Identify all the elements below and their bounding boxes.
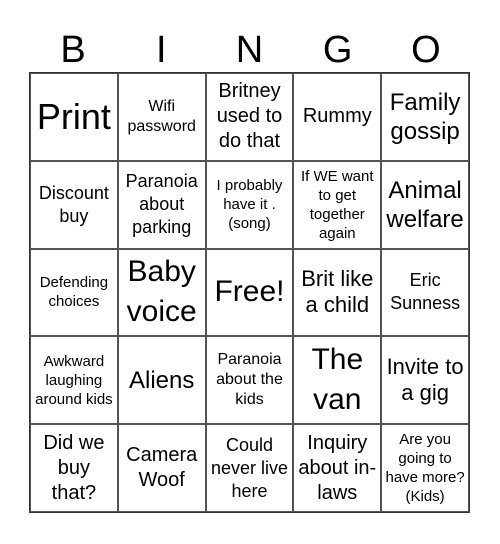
cell-text: Paranoia about parking: [125, 171, 198, 238]
bingo-cell[interactable]: Paranoia about the kids: [205, 336, 294, 425]
cell-text: Discount buy: [38, 182, 109, 226]
cell-text: Aliens: [129, 366, 195, 394]
cell-text: The van: [311, 343, 364, 417]
cell-text: Free!: [214, 275, 285, 309]
bingo-grid: Print Wifi password Britney used to do t…: [29, 72, 470, 513]
bingo-cell[interactable]: I probably have it . (song): [205, 160, 294, 249]
bingo-cell[interactable]: Paranoia about parking: [117, 160, 206, 249]
cell-text: Eric Sunness: [390, 270, 461, 314]
cell-text: Awkward laughing around kids: [35, 352, 113, 408]
cell-text: Inquiry about in-laws: [298, 431, 377, 504]
bingo-cell[interactable]: Camera Woof: [117, 424, 206, 512]
cell-text: I probably have it . (song): [216, 177, 283, 233]
bingo-cell[interactable]: Wifi password: [117, 73, 206, 161]
bingo-cell[interactable]: Did we buy that?: [30, 424, 118, 512]
bingo-cell[interactable]: Eric Sunness: [381, 248, 469, 337]
cell-text: Could never live here: [210, 434, 289, 501]
bingo-cell[interactable]: Could never live here: [205, 424, 294, 512]
cell-text: Camera Woof: [126, 444, 198, 492]
header-letter-b: B: [60, 29, 86, 71]
bingo-cell[interactable]: Print: [30, 73, 118, 161]
bingo-cell[interactable]: Rummy: [293, 73, 382, 161]
cell-text: Wifi password: [127, 97, 196, 135]
cell-text: Brit like a child: [301, 266, 374, 318]
cell-text: Family gossip: [389, 88, 461, 145]
header-letter-i: I: [156, 29, 167, 71]
bingo-cell[interactable]: Aliens: [117, 336, 206, 425]
cell-text: Invite to a gig: [386, 354, 464, 406]
cell-text: Are you going to have more? (Kids): [385, 431, 465, 506]
header-letter-o: O: [411, 29, 441, 71]
bingo-cell[interactable]: Baby voice: [117, 248, 206, 337]
bingo-cell[interactable]: Family gossip: [381, 73, 469, 161]
bingo-cell[interactable]: The van: [293, 336, 382, 425]
cell-text: Paranoia about the kids: [216, 351, 283, 409]
bingo-cell[interactable]: If WE want to get together again: [293, 160, 382, 249]
cell-text: If WE want to get together again: [301, 167, 374, 242]
bingo-cell[interactable]: Invite to a gig: [381, 336, 469, 425]
header-letter-g: G: [322, 29, 353, 71]
free-space[interactable]: Free!: [205, 248, 294, 337]
bingo-cell[interactable]: Defending choices: [30, 248, 118, 337]
bingo-cell[interactable]: Discount buy: [30, 160, 118, 249]
cell-text: Defending choices: [39, 274, 109, 311]
bingo-cell[interactable]: Are you going to have more? (Kids): [381, 424, 469, 512]
bingo-cell[interactable]: Inquiry about in-laws: [293, 424, 382, 512]
bingo-cell[interactable]: Brit like a child: [293, 248, 382, 337]
bingo-cell[interactable]: Britney used to do that: [205, 73, 294, 161]
bingo-header: B I N G O: [29, 30, 470, 70]
cell-text: Britney used to do that: [216, 80, 283, 153]
bingo-cell[interactable]: Awkward laughing around kids: [30, 336, 118, 425]
cell-text: Rummy: [302, 105, 372, 128]
cell-text: Animal welfare: [386, 176, 464, 233]
cell-text: Did we buy that?: [43, 431, 105, 504]
cell-text: Baby voice: [126, 255, 197, 329]
bingo-cell[interactable]: Animal welfare: [381, 160, 469, 249]
header-letter-n: N: [235, 29, 264, 71]
cell-text: Print: [36, 95, 111, 137]
